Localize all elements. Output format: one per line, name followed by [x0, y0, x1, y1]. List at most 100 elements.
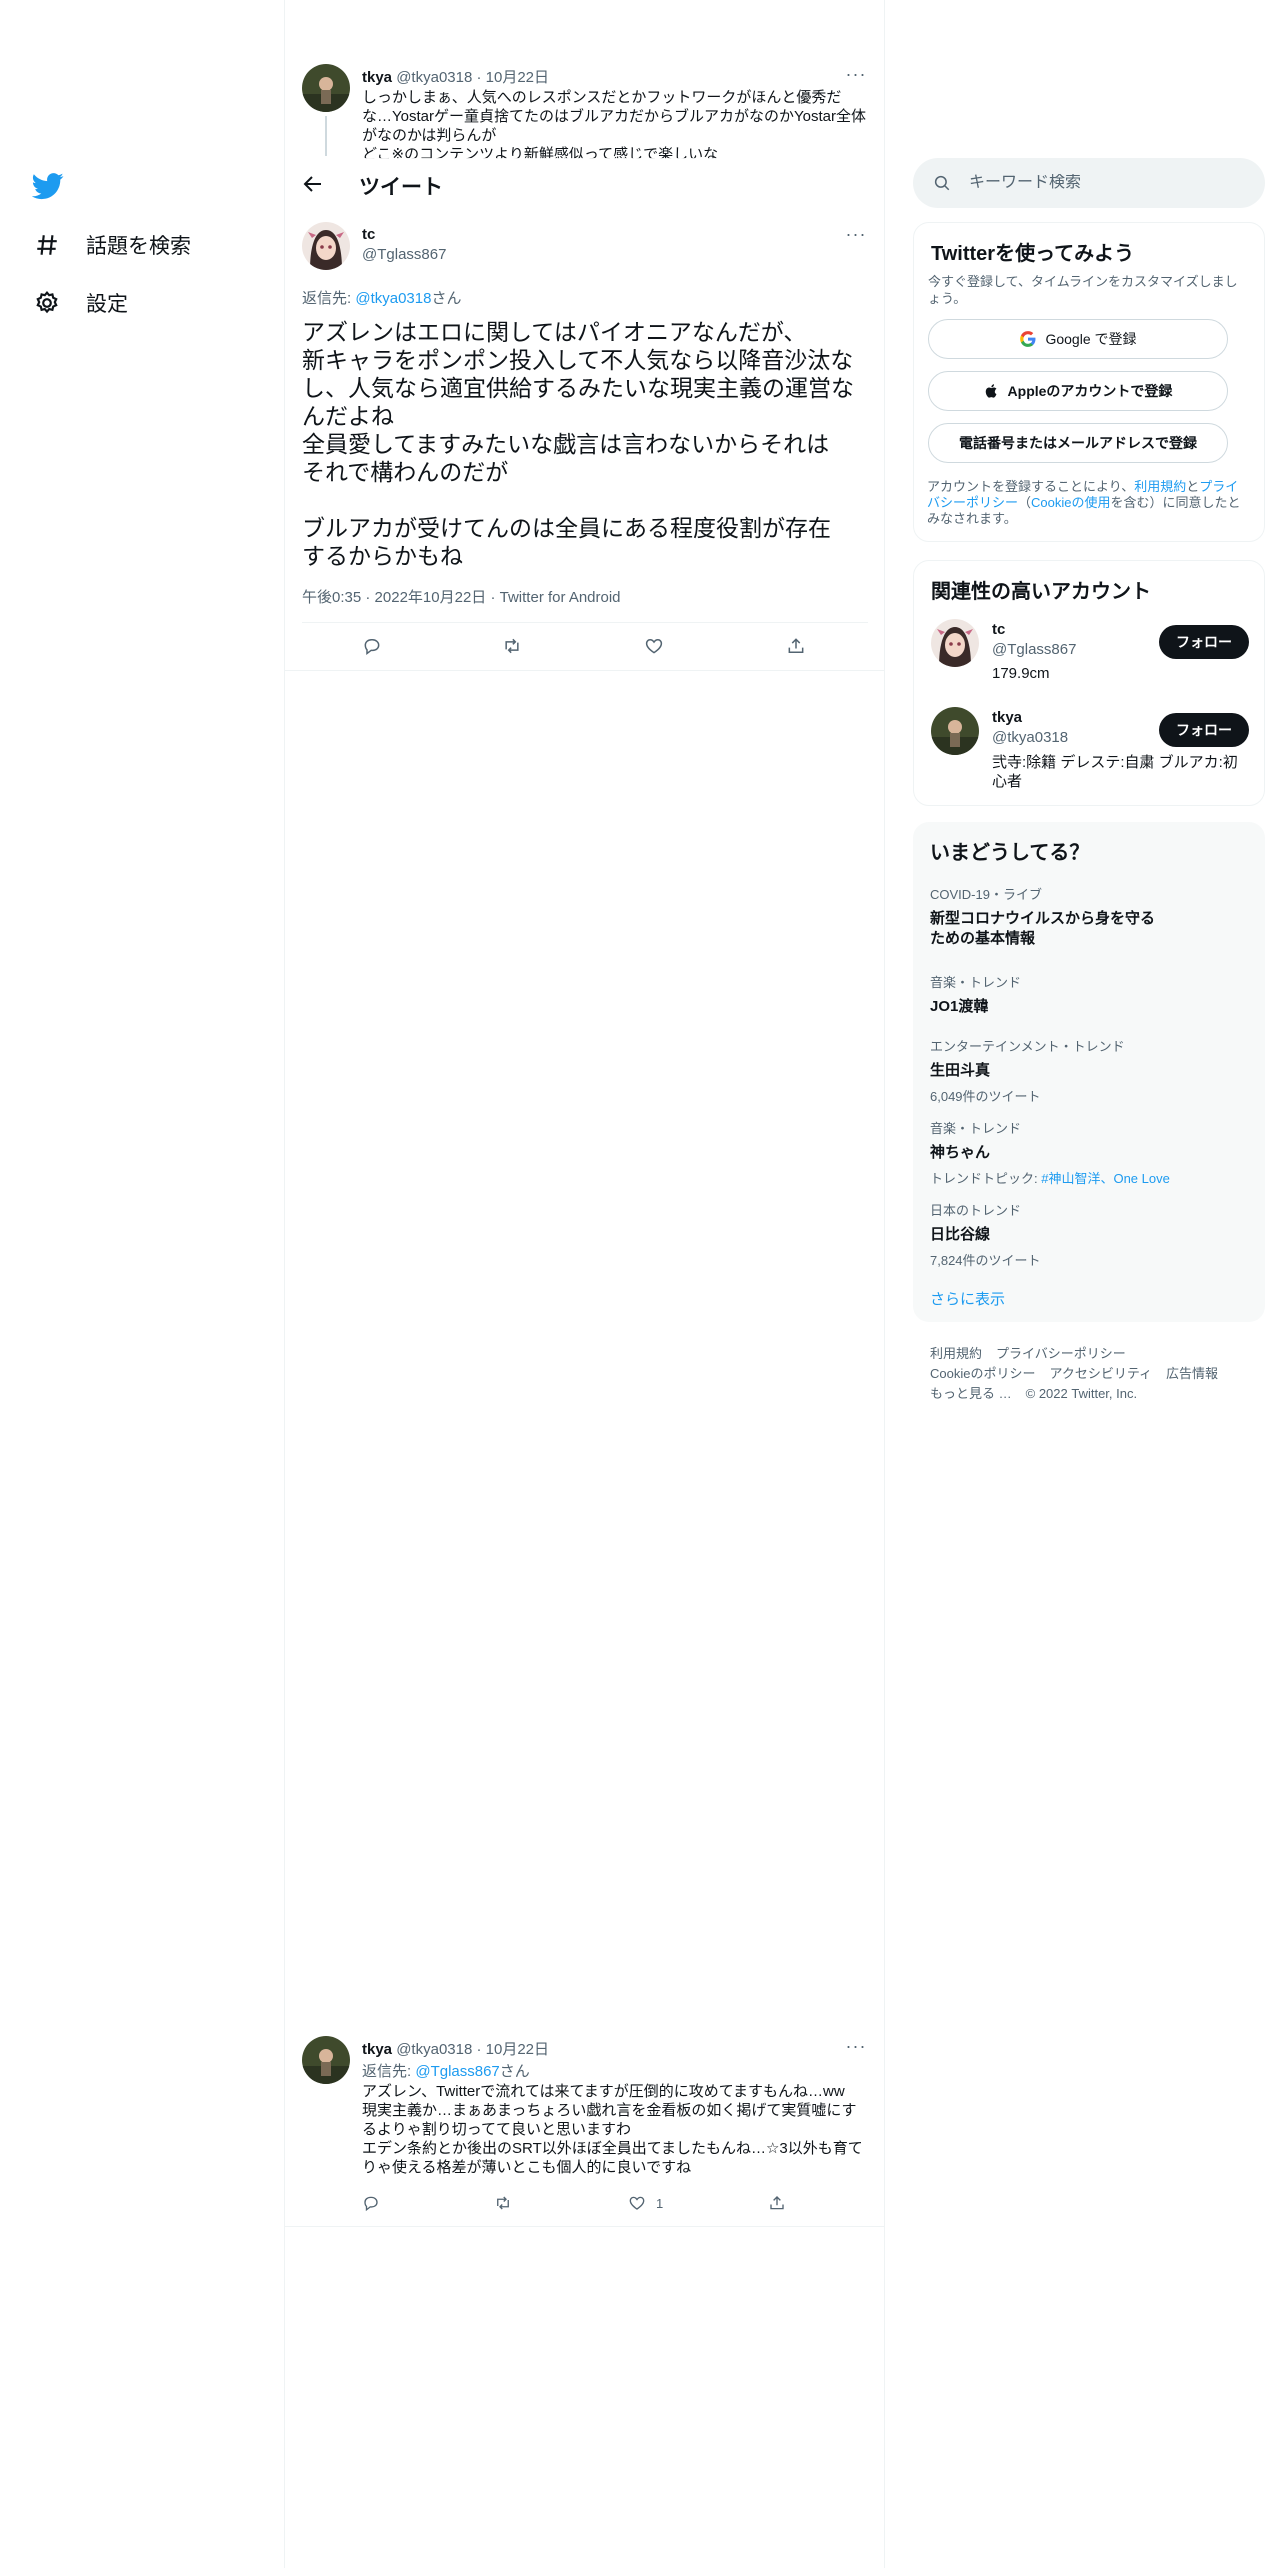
- account-name[interactable]: tc: [992, 621, 1005, 638]
- trend-item[interactable]: 音楽・トレンド JO1渡韓: [930, 972, 1021, 1017]
- privacy-link-cont[interactable]: バシーポリシー: [927, 495, 1018, 510]
- divider: [302, 622, 868, 623]
- account-handle[interactable]: @tkya0318: [992, 729, 1068, 746]
- gear-icon: [36, 291, 58, 314]
- reply-icon: [364, 639, 380, 656]
- account-handle[interactable]: @Tglass867: [992, 641, 1076, 658]
- share-button[interactable]: [768, 2194, 786, 2212]
- author-handle[interactable]: @tkya0318: [396, 69, 472, 86]
- like-button[interactable]: [644, 636, 664, 656]
- show-more-link[interactable]: さらに表示: [930, 1288, 1005, 1309]
- avatar[interactable]: [302, 222, 350, 270]
- privacy-link[interactable]: プライ: [1199, 479, 1238, 494]
- twitter-logo-icon[interactable]: [31, 170, 64, 207]
- account-bio: 179.9cm: [992, 665, 1050, 682]
- footer-row: Cookieのポリシー アクセシビリティ 広告情報: [930, 1363, 1232, 1382]
- follow-button[interactable]: フォロー: [1159, 625, 1249, 659]
- more-icon[interactable]: ···: [846, 64, 866, 84]
- reply-button[interactable]: [362, 636, 382, 656]
- retweet-icon: [497, 2196, 509, 2210]
- google-signup-label: Google で登録: [1045, 331, 1137, 347]
- more-icon[interactable]: ···: [846, 224, 866, 244]
- author-handle[interactable]: @Tglass867: [362, 246, 446, 263]
- phone-email-signup-button[interactable]: 電話番号またはメールアドレスで登録: [928, 423, 1228, 463]
- author-name[interactable]: tkya: [362, 2041, 392, 2058]
- footer-accessibility-link[interactable]: アクセシビリティ: [1049, 1366, 1152, 1381]
- author-name[interactable]: tkya: [362, 69, 392, 86]
- nav-settings[interactable]: 設定: [34, 288, 128, 318]
- avatar[interactable]: [931, 619, 979, 667]
- share-icon: [770, 2196, 784, 2210]
- reply-mention-link[interactable]: @tkya0318: [355, 290, 431, 307]
- page-header: ツイート: [285, 158, 884, 210]
- reply-tweet-header: tkya @tkya0318 · 10月22日: [362, 2041, 550, 2058]
- google-icon: [1020, 331, 1036, 347]
- phone-email-signup-label: 電話番号またはメールアドレスで登録: [959, 435, 1197, 451]
- parent-tweet-text: しっかしまぁ、人気へのレスポンスだとかフットワークがほんと優秀だ な…Yosta…: [362, 89, 866, 159]
- reply-button[interactable]: [362, 2194, 380, 2212]
- reply-to: 返信先: @Tglass867さん: [362, 2063, 530, 2080]
- tweet-source[interactable]: Twitter for Android: [500, 589, 621, 606]
- tweet-date[interactable]: 10月22日: [486, 69, 549, 86]
- avatar[interactable]: [302, 2036, 350, 2084]
- nav-settings-label: 設定: [86, 293, 128, 316]
- footer-terms-link[interactable]: 利用規約: [930, 1346, 982, 1361]
- google-signup-button[interactable]: Google で登録: [928, 319, 1228, 359]
- trend-item[interactable]: エンターテインメント・トレンド 生田斗真 6,049件のツイート: [930, 1036, 1125, 1105]
- share-icon: [788, 638, 804, 653]
- tweet-body: アズレンはエロに関してはパイオニアなんだが、 新キャラをポンポン投入して不人気な…: [302, 319, 854, 569]
- nav-explore-label: 話題を検索: [86, 235, 191, 258]
- search-icon: [934, 175, 950, 191]
- trends-card: いまどうしてる？ COVID-19・ライブ 新型コロナウイルスから身を守る ための…: [913, 822, 1265, 1322]
- search-input[interactable]: [969, 174, 1229, 192]
- trend-item[interactable]: 日本のトレンド 日比谷線 7,824件のツイート: [930, 1200, 1041, 1269]
- nav-explore[interactable]: 話題を検索: [34, 230, 191, 260]
- signup-subtitle: 今すぐ登録して、タイムラインをカスタマイズしまし ょう。: [928, 274, 1238, 306]
- avatar[interactable]: [302, 64, 350, 112]
- like-button[interactable]: 1: [628, 2194, 663, 2212]
- terms-link[interactable]: 利用規約: [1134, 479, 1186, 494]
- avatar[interactable]: [931, 707, 979, 755]
- apple-icon: [985, 384, 997, 398]
- thread-line: [325, 116, 327, 156]
- apple-signup-button[interactable]: Appleのアカウントで登録: [928, 371, 1228, 411]
- reply-to: 返信先: @tkya0318さん: [302, 290, 462, 307]
- account-name[interactable]: tkya: [992, 709, 1022, 726]
- share-button[interactable]: [786, 636, 806, 656]
- signup-terms: アカウントを登録することにより、利用規約とプライ バシーポリシー（Cookieの…: [927, 479, 1241, 526]
- tweet-date[interactable]: 10月22日: [486, 2041, 549, 2058]
- retweet-button[interactable]: [502, 636, 522, 656]
- left-divider: [284, 0, 285, 2568]
- heart-icon: [629, 2196, 645, 2210]
- more-icon[interactable]: ···: [846, 2036, 866, 2056]
- tweet-full-date[interactable]: 2022年10月22日: [375, 589, 487, 606]
- tweet-time[interactable]: 午後0:35: [302, 589, 361, 606]
- footer-ads-link[interactable]: 広告情報: [1166, 1366, 1218, 1381]
- author-handle[interactable]: @tkya0318: [396, 2041, 472, 2058]
- footer-cookie-link[interactable]: Cookieのポリシー: [930, 1366, 1035, 1381]
- parent-tweet-header: tkya @tkya0318 · 10月22日: [362, 69, 550, 86]
- signup-card: Twitterを使ってみよう 今すぐ登録して、タイムラインをカスタマイズしまし …: [913, 222, 1265, 542]
- author-name[interactable]: tc: [362, 226, 375, 243]
- related-title: 関連性の高いアカウント: [931, 581, 1151, 603]
- cookie-link[interactable]: Cookieの使用: [1031, 495, 1110, 510]
- follow-button[interactable]: フォロー: [1159, 713, 1249, 747]
- trend-item[interactable]: 音楽・トレンド 神ちゃん トレンドトピック: #神山智洋、One Love: [930, 1118, 1170, 1187]
- trend-topic-link[interactable]: #神山智洋、One Love: [1041, 1171, 1170, 1186]
- back-arrow-icon[interactable]: [301, 172, 325, 201]
- trend-item[interactable]: COVID-19・ライブ 新型コロナウイルスから身を守る ための基本情報: [930, 884, 1155, 949]
- trends-title: いまどうしてる？: [930, 842, 1090, 864]
- footer-privacy-link[interactable]: プライバシーポリシー: [996, 1346, 1126, 1361]
- retweet-button[interactable]: [494, 2194, 512, 2212]
- footer-copyright: © 2022 Twitter, Inc.: [1025, 1386, 1138, 1401]
- footer-row: 利用規約 プライバシーポリシー: [930, 1343, 1140, 1362]
- apple-signup-label: Appleのアカウントで登録: [1007, 383, 1173, 399]
- footer-row: もっと見る … © 2022 Twitter, Inc.: [930, 1383, 1151, 1402]
- reply-mention-link[interactable]: @Tglass867: [415, 2063, 499, 2080]
- related-accounts-card: 関連性の高いアカウント tc @Tglass867 179.9cm フォロー t…: [913, 560, 1265, 806]
- footer-more-link[interactable]: もっと見る …: [930, 1386, 1012, 1401]
- search-bar[interactable]: [913, 158, 1265, 208]
- retweet-icon: [505, 638, 519, 654]
- divider: [285, 670, 884, 671]
- divider: [285, 2226, 884, 2227]
